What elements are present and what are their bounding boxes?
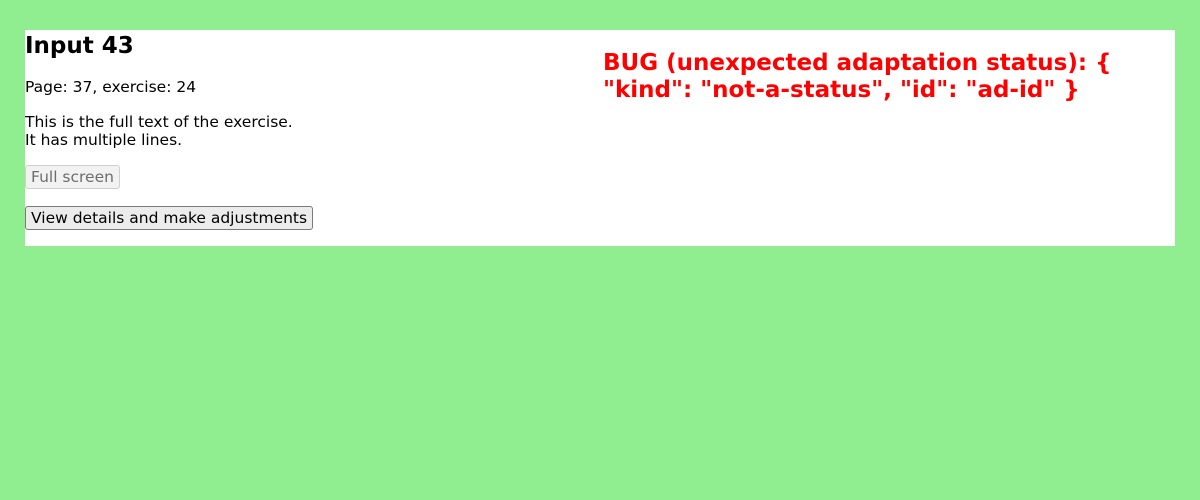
exercise-full-text: This is the full text of the exercise. I… (25, 113, 293, 149)
view-details-button[interactable]: View details and make adjustments (25, 206, 314, 230)
exercise-text-line-1: This is the full text of the exercise. (25, 113, 293, 131)
exercise-text-line-2: It has multiple lines. (25, 131, 183, 149)
bug-error-message: BUG (unexpected adaptation status): { "k… (603, 50, 1112, 103)
exercise-panel: Input 43 Page: 37, exercise: 24 This is … (25, 30, 1175, 246)
page-exercise-info: Page: 37, exercise: 24 (25, 78, 197, 96)
full-screen-button[interactable]: Full screen (25, 165, 120, 189)
page-title: Input 43 (25, 33, 134, 59)
